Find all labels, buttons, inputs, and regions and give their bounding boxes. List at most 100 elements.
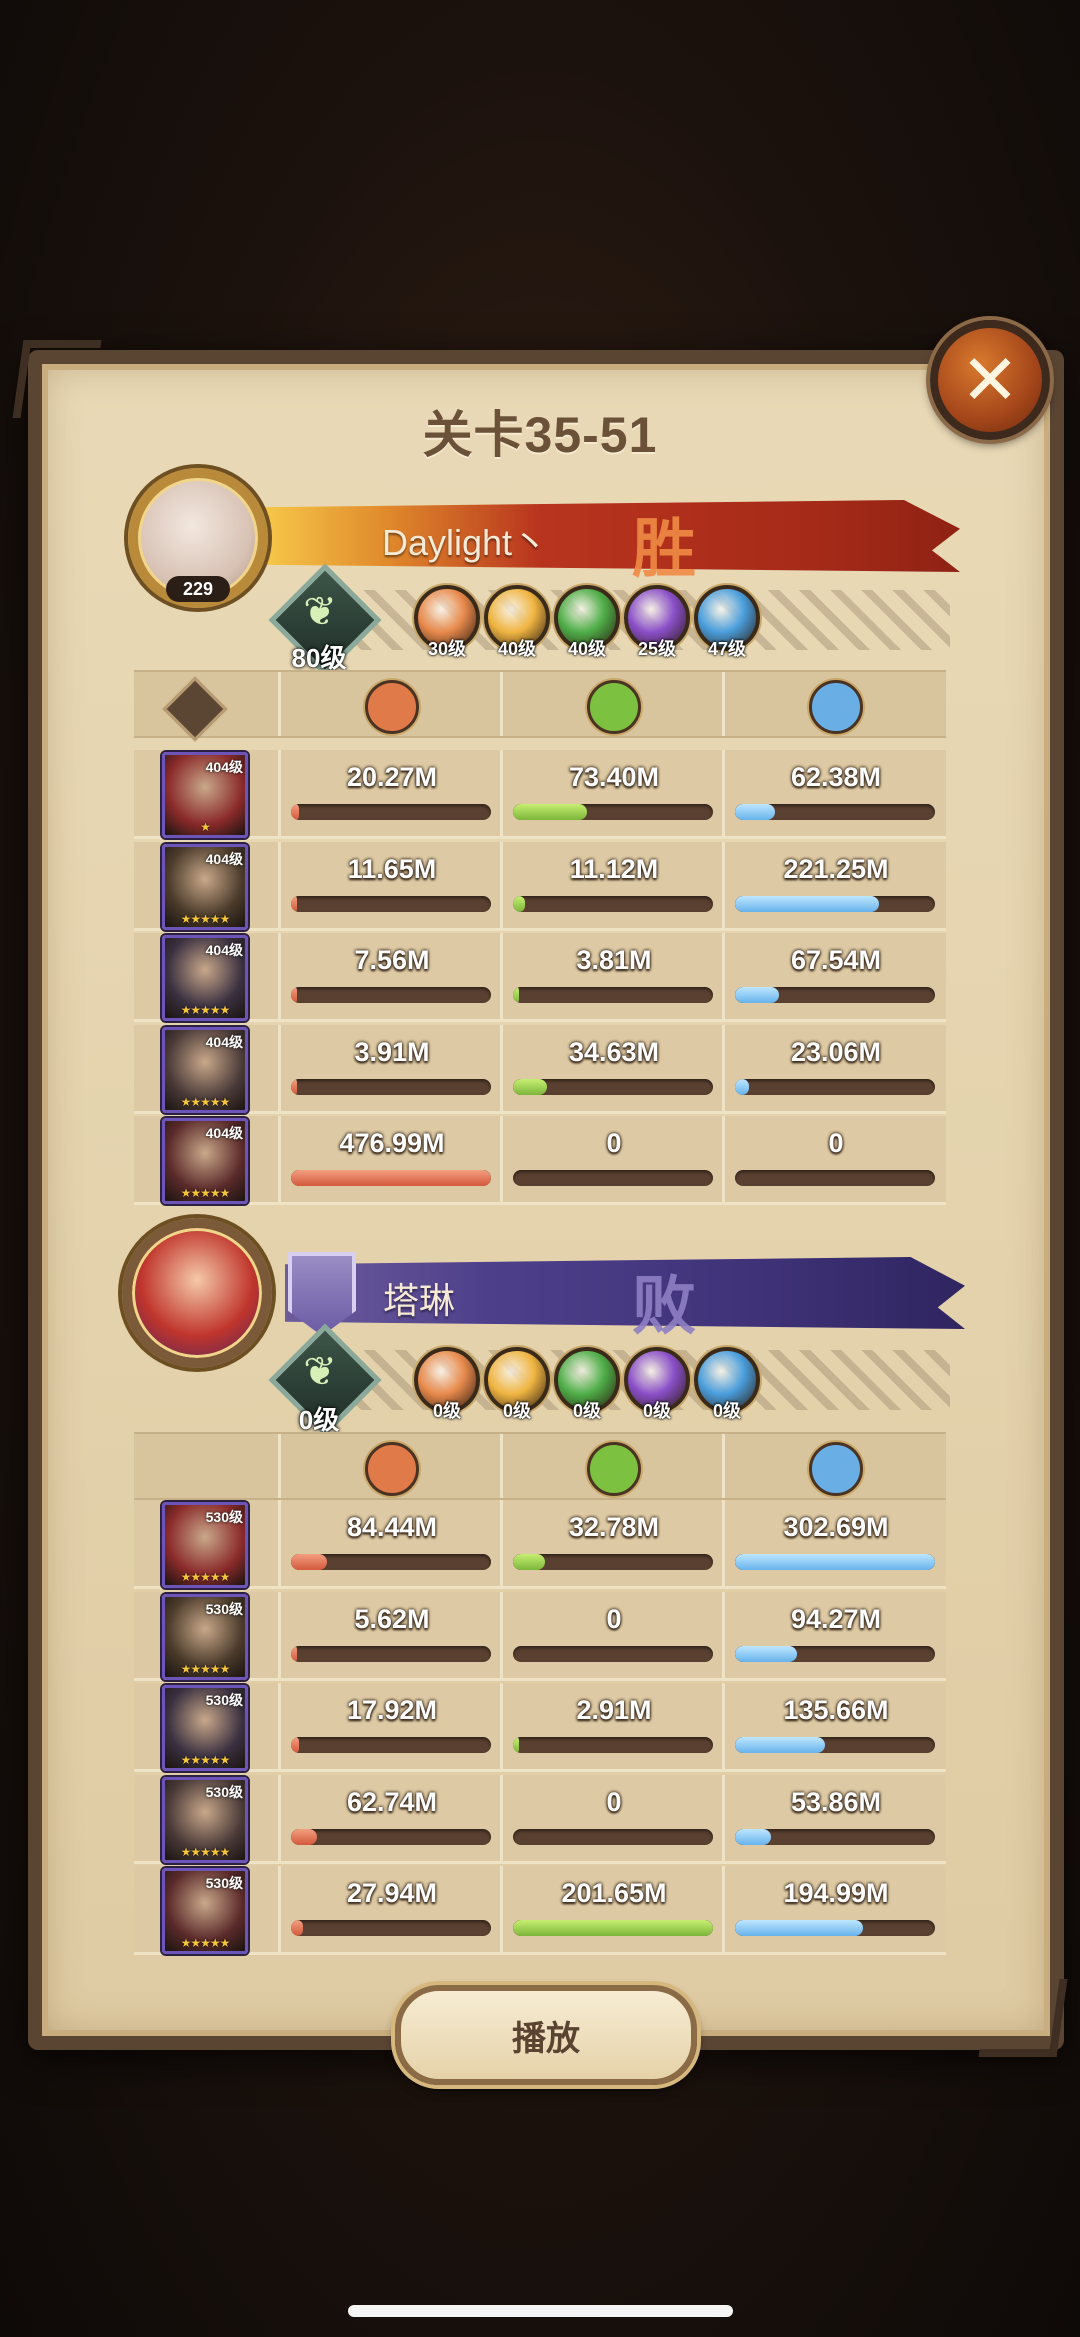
damage-value: 3.91M <box>354 1036 430 1067</box>
hero-stars: ★★★★★ <box>180 1753 231 1767</box>
home-indicator[interactable] <box>348 2305 733 2317</box>
hero-stars: ★★★★★ <box>180 1570 231 1584</box>
tank-cell: 302.69M <box>722 1500 947 1586</box>
heal-value: 3.81M <box>576 945 652 975</box>
tank-value: 221.25M <box>783 853 889 884</box>
hero-level: 530级 <box>205 1783 243 1800</box>
tank-bar <box>735 1554 935 1570</box>
hero-portrait[interactable]: 530级 ★★★★★ <box>162 1685 248 1771</box>
shield-column-header <box>722 1434 947 1498</box>
heal-bar <box>513 1737 713 1753</box>
heal-bar <box>513 1078 713 1095</box>
heal-bar <box>513 1828 713 1845</box>
heal-value: 0 <box>606 1786 622 1817</box>
heal-bar <box>513 1554 713 1570</box>
hero-portrait[interactable]: 404级 ★ <box>162 752 248 838</box>
hero-stats-row: 530级 ★★★★★ 17.92M 2.91M 135.66M <box>134 1683 946 1772</box>
damage-cell: 62.74M <box>278 1774 503 1861</box>
avatar-level: 229 <box>166 576 230 602</box>
heal-bar <box>513 1170 713 1186</box>
heal-value: 201.65M <box>561 1878 667 1908</box>
hero-level: 404级 <box>205 850 243 867</box>
heal-bar <box>513 1920 713 1936</box>
hero-stats-row: 530级 ★★★★★ 62.74M 0 53.86M <box>134 1774 946 1864</box>
winner-avatar[interactable]: 229 <box>128 468 268 608</box>
faction-level: 47级 <box>707 639 747 659</box>
heal-value: 0 <box>606 1603 622 1634</box>
tank-value: 23.06M <box>790 1036 882 1067</box>
tank-value: 194.99M <box>783 1878 889 1908</box>
hero-portrait[interactable]: 404级 ★★★★★ <box>162 843 248 930</box>
heal-cell: 11.12M <box>500 841 725 928</box>
heal-value: 2.91M <box>576 1695 652 1725</box>
tank-bar <box>735 987 935 1003</box>
damage-cell: 27.94M <box>278 1866 503 1952</box>
hero-stars: ★★★★★ <box>180 1094 231 1109</box>
hero-portrait[interactable]: 530级 ★★★★★ <box>162 1593 248 1680</box>
tank-cell: 67.54M <box>722 933 947 1019</box>
damage-value: 17.92M <box>346 1695 438 1725</box>
stats-header-row <box>134 670 947 742</box>
tank-bar <box>735 1920 935 1936</box>
tank-value: 302.69M <box>783 1512 889 1542</box>
heal-value: 32.78M <box>568 1512 660 1542</box>
damage-value: 84.44M <box>346 1512 438 1542</box>
victory-label: 胜 <box>632 513 696 585</box>
hero-stats-row: 404级 ★★★★★ 7.56M 3.81M 67.54M <box>134 933 946 1022</box>
faction-level: 0级 <box>502 1401 531 1421</box>
damage-value: 27.94M <box>346 1878 438 1908</box>
hero-portrait[interactable]: 530级 ★★★★★ <box>162 1868 248 1954</box>
damage-cell: 17.92M <box>278 1683 503 1769</box>
shield-icon <box>809 1442 863 1496</box>
damage-bar <box>291 804 491 820</box>
hero-portrait[interactable]: 404级 ★★★★★ <box>162 1118 248 1204</box>
tank-bar <box>735 895 935 912</box>
tank-bar <box>735 804 935 820</box>
tank-bar <box>735 1078 935 1095</box>
tank-value: 53.86M <box>790 1786 882 1817</box>
winner-name: Daylight丶 <box>382 522 549 563</box>
faction-level: 30级 <box>427 639 467 659</box>
heal-column-header <box>500 672 725 736</box>
tank-value: 62.38M <box>790 762 882 792</box>
heal-bar-fill <box>513 804 587 820</box>
heal-value: 34.63M <box>568 1036 660 1067</box>
damage-bar <box>291 1737 491 1753</box>
loser-avatar[interactable] <box>122 1218 272 1368</box>
hero-portrait[interactable]: 404级 ★★★★★ <box>162 935 248 1021</box>
damage-value: 62.74M <box>346 1786 438 1817</box>
hero-portrait[interactable]: 530级 ★★★★★ <box>162 1776 248 1863</box>
faction-level: 40级 <box>497 639 537 659</box>
heal-icon <box>587 680 641 734</box>
heal-bar-fill <box>513 895 525 912</box>
heal-column-header <box>500 1434 725 1498</box>
hero-stats-row: 530级 ★★★★★ 84.44M 32.78M 302.69M <box>134 1500 946 1589</box>
tank-bar-fill <box>735 1828 771 1845</box>
heal-cell: 3.81M <box>500 933 725 1019</box>
heal-cell: 73.40M <box>500 750 725 836</box>
hero-portrait[interactable]: 404级 ★★★★★ <box>162 1026 248 1113</box>
heal-cell: 0 <box>500 1591 725 1678</box>
heal-cell: 0 <box>500 1774 725 1861</box>
shield-column-header <box>722 672 947 736</box>
tank-value: 135.66M <box>783 1695 889 1725</box>
winner-banner <box>260 500 960 572</box>
hero-level: 530级 <box>205 1875 243 1891</box>
heal-icon <box>587 1442 641 1496</box>
hero-stats-row: 404级 ★★★★★ 476.99M 0 0 <box>134 1116 946 1205</box>
damage-cell: 11.65M <box>278 841 503 928</box>
tank-value: 0 <box>828 1128 844 1158</box>
faction-level: 25级 <box>637 639 677 659</box>
heal-bar-fill <box>513 1920 713 1936</box>
damage-bar-fill <box>291 1078 297 1095</box>
tank-bar <box>735 1645 935 1662</box>
heal-cell: 0 <box>500 1116 725 1202</box>
replay-button[interactable]: 播放 <box>395 1985 697 2085</box>
hero-portrait[interactable]: 530级 ★★★★★ <box>162 1502 248 1588</box>
damage-column-header <box>278 1434 503 1498</box>
hero-stars: ★★★★★ <box>180 911 231 926</box>
battle-log-icon[interactable] <box>162 676 228 742</box>
tank-bar <box>735 1737 935 1753</box>
damage-bar-fill <box>291 1170 491 1186</box>
tank-cell: 23.06M <box>722 1024 947 1111</box>
